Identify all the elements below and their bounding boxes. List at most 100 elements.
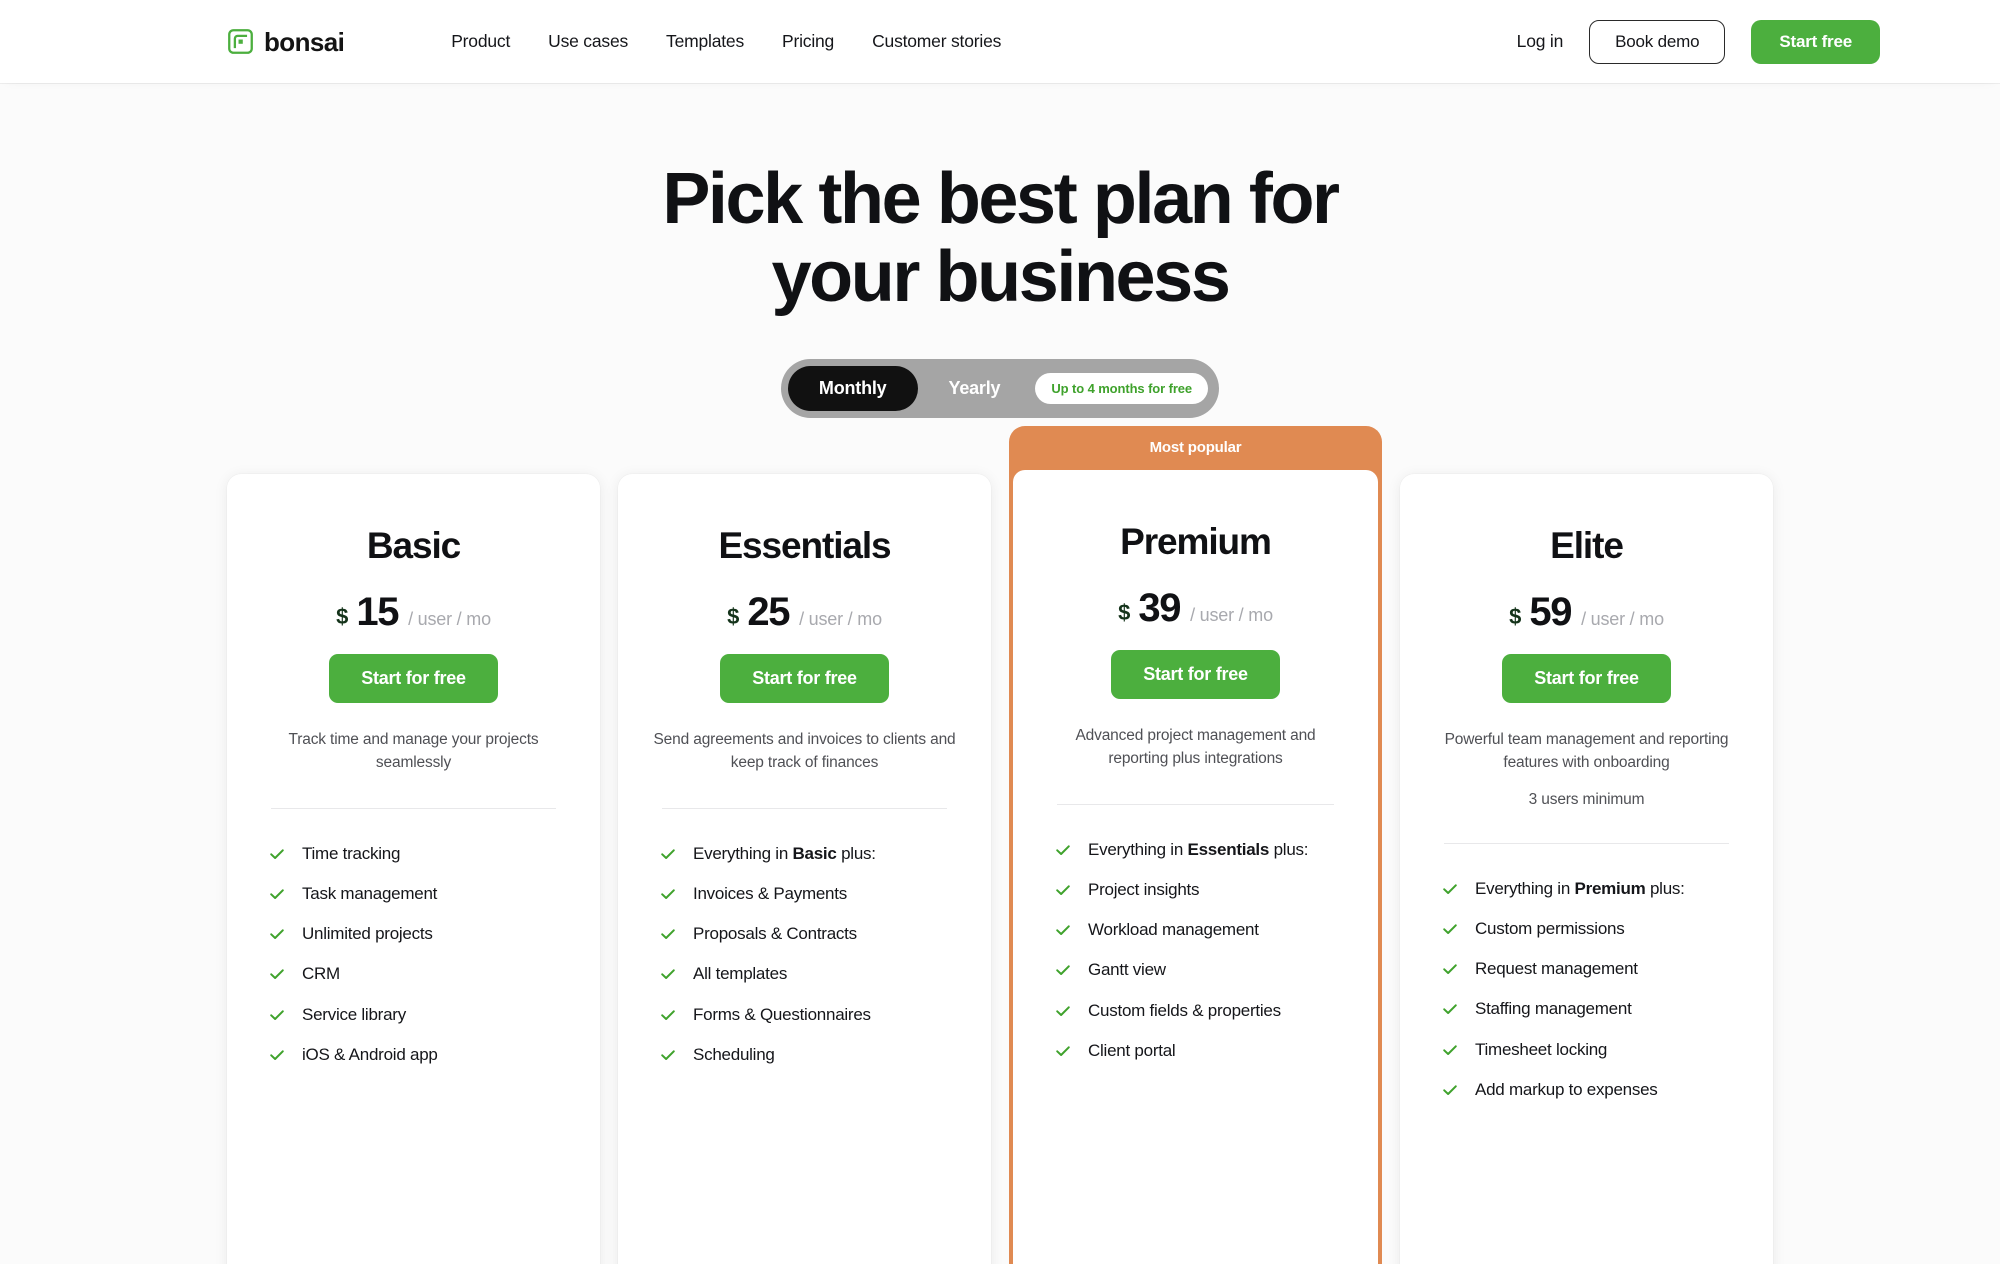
feature-label: Project insights xyxy=(1088,879,1200,899)
list-item: Everything in Essentials plus: xyxy=(1055,829,1348,869)
feature-label: Gantt view xyxy=(1088,960,1166,980)
list-item: Client portal xyxy=(1055,1030,1348,1070)
billing-period-toggle[interactable]: Monthly Yearly Up to 4 months for free xyxy=(780,358,1220,418)
feature-label: Service library xyxy=(302,1004,406,1024)
plan-description: Send agreements and invoices to clients … xyxy=(653,731,956,771)
start-for-free-button[interactable]: Start for free xyxy=(1111,650,1280,700)
check-icon xyxy=(270,929,284,940)
nav-item-customer-stories[interactable]: Customer stories xyxy=(872,31,1001,52)
card-divider xyxy=(1444,843,1729,845)
check-icon xyxy=(1056,1046,1070,1056)
card-divider xyxy=(271,808,556,810)
price-unit: / user / mo xyxy=(799,609,882,630)
plan-feature-list: Everything in Basic plus: Invoices & Pay… xyxy=(648,833,961,1075)
list-item: Project insights xyxy=(1055,869,1348,909)
list-item: iOS & Android app xyxy=(269,1034,570,1074)
plan-description: Track time and manage your projects seam… xyxy=(288,731,539,771)
feature-label: Time tracking xyxy=(302,843,401,863)
feature-label: Client portal xyxy=(1088,1040,1176,1060)
feature-label: Request management xyxy=(1475,959,1638,979)
list-item: Timesheet locking xyxy=(1442,1029,1743,1069)
feature-label: Invoices & Payments xyxy=(693,883,847,903)
price-currency: $ xyxy=(1118,600,1131,626)
price-currency: $ xyxy=(336,604,349,630)
yearly-promo-badge: Up to 4 months for free xyxy=(1035,372,1209,404)
plan-description: Advanced project management and reportin… xyxy=(1075,727,1316,767)
feature-label: All templates xyxy=(693,964,788,984)
page-title: Pick the best plan for your business xyxy=(662,159,1340,317)
plan-price-row: $ 25 / user / mo xyxy=(648,592,961,632)
login-link[interactable]: Log in xyxy=(1517,31,1564,52)
plan-card-body: Elite $ 59 / user / mo Start for free Po… xyxy=(1400,473,1773,1264)
check-icon xyxy=(1056,844,1070,855)
check-icon xyxy=(661,848,675,859)
list-item: Staffing management xyxy=(1442,989,1743,1029)
check-icon xyxy=(270,1009,284,1020)
list-item: Forms & Questionnaires xyxy=(660,994,961,1034)
check-icon xyxy=(661,1009,675,1020)
list-item: Gantt view xyxy=(1055,950,1348,990)
start-for-free-button[interactable]: Start for free xyxy=(1502,654,1671,704)
book-demo-button[interactable]: Book demo xyxy=(1589,19,1726,64)
price-unit: / user / mo xyxy=(408,609,491,630)
header-actions: Log in Book demo Start free xyxy=(1517,19,1880,64)
nav-item-use-cases[interactable]: Use cases xyxy=(548,31,628,52)
check-icon xyxy=(661,889,675,899)
check-icon xyxy=(1056,885,1070,895)
toggle-monthly[interactable]: Monthly xyxy=(787,365,918,411)
plan-card-essentials: Essentials $ 25 / user / mo Start for fr… xyxy=(618,473,991,1264)
toggle-yearly[interactable]: Yearly xyxy=(918,366,1032,411)
feature-label: Proposals & Contracts xyxy=(693,924,857,944)
start-for-free-button[interactable]: Start for free xyxy=(329,654,498,704)
feature-label: Forms & Questionnaires xyxy=(693,1004,871,1024)
check-icon xyxy=(1056,965,1070,976)
bonsai-square-logo-icon xyxy=(228,29,253,54)
site-header: bonsai Product Use cases Templates Prici… xyxy=(0,0,2000,83)
list-item: Unlimited projects xyxy=(269,914,570,954)
plan-feature-list: Everything in Essentials plus: Project i… xyxy=(1043,829,1348,1071)
plan-card-premium: Most popular Premium $ 39 / user / mo St… xyxy=(1009,425,1382,1264)
plan-name: Essentials xyxy=(718,524,891,566)
list-item: Add markup to expenses xyxy=(1442,1069,1743,1109)
nav-item-product[interactable]: Product xyxy=(451,31,510,52)
nav-item-templates[interactable]: Templates xyxy=(666,31,744,52)
check-icon xyxy=(661,929,675,940)
check-icon xyxy=(661,969,675,980)
feature-label: Custom fields & properties xyxy=(1088,1000,1281,1020)
list-item: Everything in Premium plus: xyxy=(1442,868,1743,908)
feature-label: Timesheet locking xyxy=(1475,1039,1608,1059)
card-divider xyxy=(1057,804,1334,806)
plan-feature-list: Everything in Premium plus: Custom permi… xyxy=(1430,868,1743,1110)
feature-label: Custom permissions xyxy=(1475,918,1625,938)
start-for-free-button[interactable]: Start for free xyxy=(720,654,889,704)
check-icon xyxy=(661,1050,675,1060)
list-item: Proposals & Contracts xyxy=(660,914,961,954)
plan-description: Powerful team management and reporting f… xyxy=(1444,731,1729,771)
feature-label: Everything in Basic plus: xyxy=(693,843,876,863)
feature-label: Workload management xyxy=(1088,920,1259,940)
list-item: Service library xyxy=(269,994,570,1034)
feature-label: Everything in Premium plus: xyxy=(1475,878,1685,898)
main-navigation: Product Use cases Templates Pricing Cust… xyxy=(451,31,1001,52)
price-amount: 39 xyxy=(1138,586,1181,631)
check-icon xyxy=(1443,924,1457,934)
nav-item-pricing[interactable]: Pricing xyxy=(782,31,834,52)
feature-label: Task management xyxy=(302,883,438,903)
list-item: Task management xyxy=(269,873,570,913)
feature-label: iOS & Android app xyxy=(302,1044,438,1064)
list-item: Custom fields & properties xyxy=(1055,990,1348,1030)
check-icon xyxy=(1056,1005,1070,1016)
list-item: Request management xyxy=(1442,949,1743,989)
check-icon xyxy=(1056,925,1070,936)
list-item: CRM xyxy=(269,954,570,994)
price-currency: $ xyxy=(1509,604,1522,630)
check-icon xyxy=(1443,1044,1457,1055)
plan-name: Basic xyxy=(366,524,461,566)
list-item: Invoices & Payments xyxy=(660,873,961,913)
brand-logo[interactable]: bonsai xyxy=(228,29,345,55)
start-free-button[interactable]: Start free xyxy=(1751,19,1880,64)
list-item: Everything in Basic plus: xyxy=(660,833,961,873)
feature-label: Add markup to expenses xyxy=(1475,1079,1658,1099)
plan-name: Elite xyxy=(1550,524,1624,566)
plan-price-row: $ 39 / user / mo xyxy=(1043,588,1348,628)
